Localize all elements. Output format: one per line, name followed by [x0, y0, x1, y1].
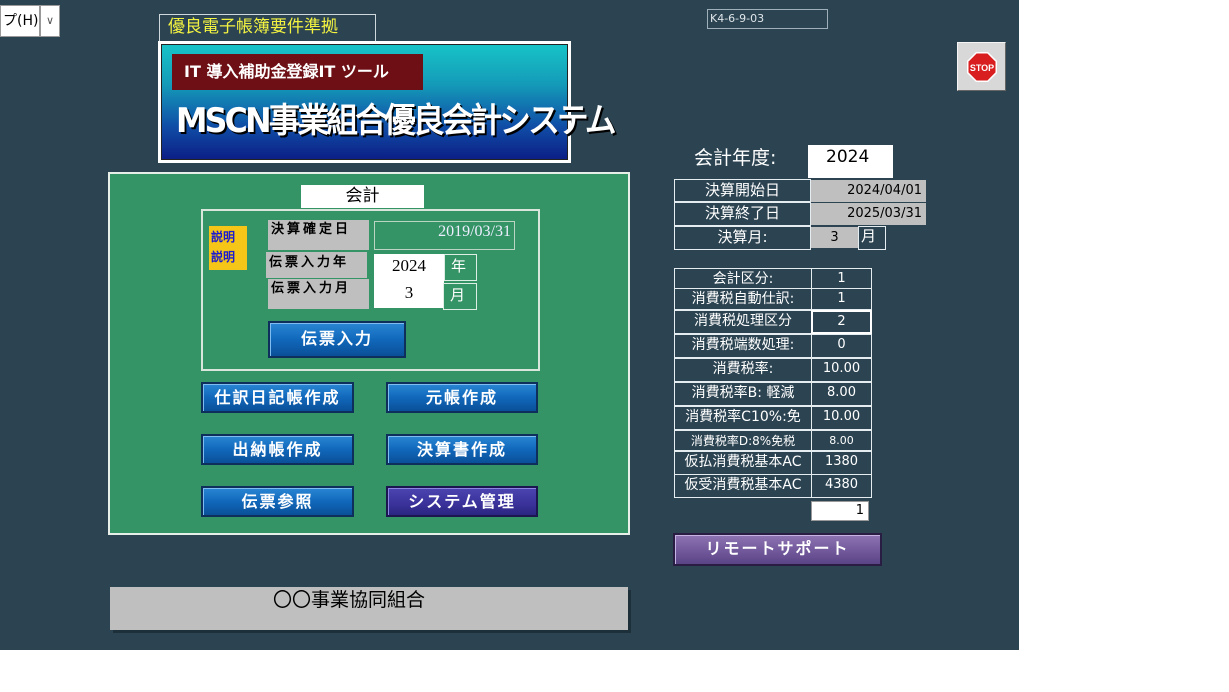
fiscal-year-value[interactable]: 2024	[808, 145, 893, 178]
section-title: 会計	[301, 185, 424, 208]
setting-label: 消費税率B: 軽減	[674, 382, 812, 406]
fiscal-month-label: 決算月:	[674, 226, 811, 250]
stop-text: STOP	[970, 63, 994, 73]
setting-value: 8.00	[811, 430, 872, 451]
fiscal-month-value: 3	[811, 227, 858, 248]
setting-label: 消費税端数処理:	[674, 334, 812, 358]
setting-value: 8.00	[811, 382, 872, 406]
setsumei-text-2: 説明	[211, 250, 236, 264]
setting-value: 1	[811, 268, 872, 289]
fiscal-start-value: 2024/04/01	[811, 180, 926, 202]
denchou-compliance-label: 優良電子帳簿要件準拠	[159, 14, 376, 42]
setting-value: 1380	[811, 451, 872, 475]
setting-label: 消費税率D:8%免税	[674, 430, 812, 451]
setting-label: 消費税率C10%:免	[674, 406, 812, 430]
denpyo-input-button[interactable]: 伝票入力	[268, 321, 406, 358]
setting-label: 消費税処理区分	[674, 310, 812, 334]
setting-label: 会計区分:	[674, 268, 812, 289]
denpyo-month-label: 伝票入力月	[268, 279, 369, 309]
setting-label: 消費税自動仕訳:	[674, 288, 812, 310]
setsumei-badge[interactable]: 説明 説明	[209, 226, 247, 270]
kettei-date-value: 2019/03/31	[374, 221, 515, 250]
setting-label: 仮払消費税基本AC	[674, 451, 812, 475]
small-value-field[interactable]: 1	[811, 501, 869, 521]
remote-support-button[interactable]: リモートサポート	[673, 533, 882, 566]
form-code: K4-6-9-03	[707, 9, 828, 29]
fiscal-end-label: 決算終了日	[674, 202, 811, 226]
kettei-date-label: 決算確定日	[268, 220, 369, 250]
logo-banner: IT 導入補助金登録IT ツール MSCN事業組合優良会計システム	[158, 41, 617, 163]
setting-value: 10.00	[811, 406, 872, 430]
month-unit: 月	[443, 283, 477, 310]
setting-label: 仮受消費税基本AC	[674, 474, 812, 498]
denpyo-year-label: 伝票入力年	[266, 252, 367, 278]
denpyo-reference-button[interactable]: 伝票参照	[201, 486, 354, 517]
fiscal-end-value: 2025/03/31	[811, 203, 926, 225]
setting-value: 10.00	[811, 358, 872, 382]
denpyo-month-input[interactable]: 3	[374, 281, 444, 308]
organization-name: 〇〇事業協同組合	[110, 587, 628, 630]
system-admin-button[interactable]: システム管理	[386, 486, 538, 517]
logo-title: MSCN事業組合優良会計システム	[176, 101, 617, 141]
setting-label: 消費税率:	[674, 358, 812, 382]
year-unit: 年	[444, 254, 477, 281]
setting-value: 0	[811, 334, 872, 358]
ledger-button[interactable]: 元帳作成	[386, 382, 538, 413]
logo-subtitle: IT 導入補助金登録IT ツール	[172, 54, 423, 90]
help-menu[interactable]: プ(H)	[0, 5, 40, 37]
fiscal-year-label: 会計年度:	[694, 147, 777, 169]
setsumei-text-1: 説明	[211, 230, 236, 244]
fiscal-start-label: 決算開始日	[674, 179, 811, 202]
setting-value: 1	[811, 288, 872, 310]
fiscal-month-unit: 月	[858, 226, 886, 250]
logo-inner: IT 導入補助金登録IT ツール MSCN事業組合優良会計システム	[161, 44, 617, 160]
setting-value: 4380	[811, 474, 872, 498]
journal-book-button[interactable]: 仕訳日記帳作成	[201, 382, 354, 413]
financial-statement-button[interactable]: 決算書作成	[386, 434, 538, 465]
stop-sign-icon: STOP	[967, 52, 997, 82]
chevron-down-icon[interactable]: ∨	[40, 5, 60, 37]
cashbook-button[interactable]: 出納帳作成	[201, 434, 354, 465]
setting-value[interactable]: 2	[811, 310, 872, 334]
denpyo-year-input[interactable]: 2024	[374, 254, 444, 281]
stop-button[interactable]: STOP	[957, 42, 1006, 91]
